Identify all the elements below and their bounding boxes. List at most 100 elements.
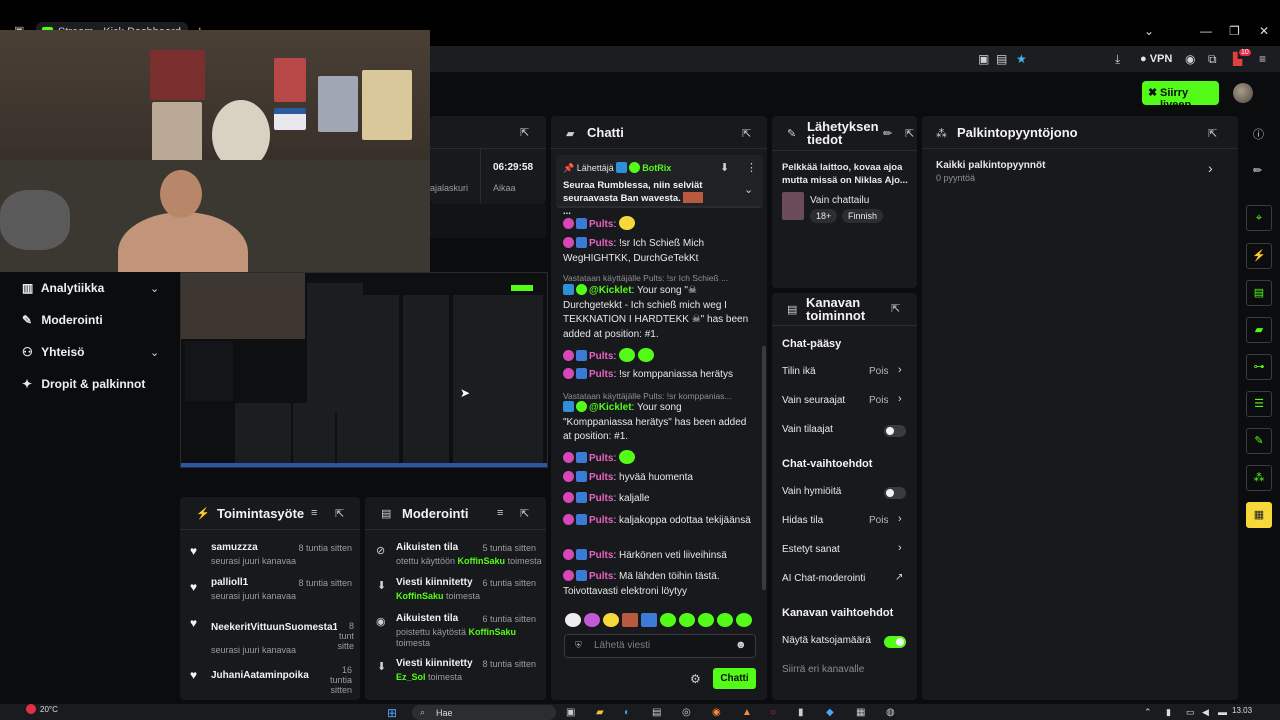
- terminal-icon[interactable]: ▮: [798, 707, 804, 718]
- emote[interactable]: [717, 613, 733, 627]
- reader-icon[interactable]: ▤: [996, 52, 1007, 66]
- account-icon[interactable]: ◉: [1185, 52, 1195, 66]
- obs-icon[interactable]: ◍: [886, 707, 895, 718]
- clip-icon[interactable]: ⌖: [1246, 205, 1272, 231]
- firefox-icon[interactable]: ◉: [712, 707, 721, 718]
- tab-list-chevron-icon[interactable]: ⌄: [1144, 24, 1154, 38]
- emote[interactable]: [622, 613, 638, 627]
- tray-chevron-icon[interactable]: ⌃: [1144, 707, 1152, 718]
- sidebar-item-moderation[interactable]: ✎ Moderointi: [22, 313, 103, 327]
- app-icon[interactable]: ◆: [826, 707, 834, 718]
- chevron-right-icon[interactable]: ›: [898, 364, 902, 376]
- microphone-icon[interactable]: ▮: [1166, 707, 1171, 718]
- minimize-icon[interactable]: —: [1200, 24, 1212, 38]
- activity-user[interactable]: samuzzza: [211, 542, 258, 553]
- close-window-icon[interactable]: ✕: [1259, 24, 1269, 38]
- emote[interactable]: [603, 613, 619, 627]
- info-icon[interactable]: ⓘ: [1253, 126, 1264, 142]
- chat-username[interactable]: Pults: [589, 453, 613, 464]
- weather-temp[interactable]: 20°C: [40, 705, 58, 714]
- emotes-only-toggle[interactable]: [884, 487, 906, 499]
- chevron-right-icon[interactable]: ›: [1208, 160, 1213, 176]
- emote[interactable]: [641, 613, 657, 627]
- activity-user[interactable]: NeekeritVittuunSuomesta17: [211, 622, 337, 633]
- edit-layout-icon[interactable]: ✏: [1253, 164, 1262, 177]
- emote[interactable]: [698, 613, 714, 627]
- sidebar-item-analytics[interactable]: ▥ Analytiikka: [22, 281, 104, 295]
- taskbar-search[interactable]: [412, 705, 556, 720]
- user-avatar[interactable]: [1233, 83, 1253, 103]
- battery-icon[interactable]: ▬: [1218, 707, 1227, 717]
- chat-bubble-icon[interactable]: ▰: [1246, 317, 1272, 343]
- bookmark-star-icon[interactable]: ★: [1016, 52, 1027, 66]
- stream-category[interactable]: Vain chattailu: [810, 195, 869, 206]
- emoji-icon[interactable]: ☻: [735, 639, 747, 651]
- wrench-icon[interactable]: ✎: [1246, 428, 1272, 454]
- browser-menu-icon[interactable]: ≡: [1259, 52, 1266, 66]
- app-icon[interactable]: ▣: [566, 707, 575, 718]
- clapperboard-icon[interactable]: ▦: [1246, 502, 1272, 528]
- chat-username[interactable]: Pults: [589, 550, 613, 561]
- steam-icon[interactable]: ◎: [682, 707, 691, 718]
- popout-icon[interactable]: ⇱: [520, 507, 529, 520]
- popout-icon[interactable]: ⇱: [1208, 127, 1217, 140]
- show-viewer-count-toggle[interactable]: [884, 636, 906, 648]
- chat-username[interactable]: Pults: [589, 515, 613, 526]
- download-icon[interactable]: ⤓: [1115, 52, 1120, 67]
- chat-username[interactable]: Pults: [589, 238, 613, 249]
- chat-username[interactable]: Pults: [589, 219, 613, 230]
- sidebar-item-community[interactable]: ⚇ Yhteisö: [22, 345, 84, 359]
- opera-icon[interactable]: ○: [770, 707, 776, 718]
- chat-scrollbar[interactable]: [762, 346, 766, 590]
- popout-icon[interactable]: ⇱: [520, 126, 529, 139]
- emote[interactable]: [584, 613, 600, 627]
- unpin-icon[interactable]: ⬇: [720, 161, 729, 174]
- go-live-button[interactable]: ✖ Siirry liveen: [1142, 81, 1219, 111]
- chat-username[interactable]: Pults: [589, 351, 613, 362]
- broadcast-icon[interactable]: ⊶: [1246, 354, 1272, 380]
- more-options-icon[interactable]: ⋮: [746, 161, 757, 174]
- vpn-button[interactable]: ● VPN: [1140, 53, 1172, 65]
- emote[interactable]: [660, 613, 676, 627]
- chat-input[interactable]: [564, 634, 756, 658]
- store-icon[interactable]: ▤: [652, 707, 661, 718]
- popout-icon[interactable]: ⇱: [891, 302, 900, 315]
- send-chat-button[interactable]: Chatti: [713, 668, 756, 689]
- taskbar-clock[interactable]: 13.03: [1232, 706, 1252, 715]
- chevron-right-icon[interactable]: ›: [898, 393, 902, 405]
- volume-icon[interactable]: ◀: [1202, 707, 1209, 718]
- windows-start-icon[interactable]: ⊞: [387, 706, 397, 720]
- all-rewards-link[interactable]: Kaikki palkintopyynnöt: [936, 160, 1045, 171]
- chevron-down-icon[interactable]: ⌄: [150, 346, 159, 359]
- filter-icon[interactable]: ≡: [497, 507, 503, 519]
- popout-icon[interactable]: ⇱: [742, 127, 751, 140]
- rewards-icon[interactable]: ⁂: [1246, 465, 1272, 491]
- edge-icon[interactable]: ◐: [624, 707, 630, 718]
- chevron-right-icon[interactable]: ›: [898, 513, 902, 525]
- chat-settings-gear-icon[interactable]: ⚙: [690, 672, 701, 686]
- extensions-icon[interactable]: ⧉: [1208, 52, 1217, 67]
- chat-username[interactable]: @Kicklet: [589, 402, 632, 413]
- emote[interactable]: [565, 613, 581, 627]
- chevron-down-icon[interactable]: ⌄: [744, 183, 753, 196]
- popout-icon[interactable]: ⇱: [905, 127, 914, 140]
- vlc-icon[interactable]: ▲: [742, 707, 752, 718]
- filter-icon[interactable]: ≡: [311, 507, 317, 519]
- emote[interactable]: [736, 613, 752, 627]
- folder-icon[interactable]: ▰: [596, 707, 604, 718]
- chat-username[interactable]: Pults: [589, 369, 613, 380]
- chevron-right-icon[interactable]: ›: [898, 542, 902, 554]
- emote[interactable]: [679, 613, 695, 627]
- stream-preview[interactable]: [180, 272, 548, 468]
- screenshot-icon[interactable]: ▣: [978, 52, 989, 66]
- activity-user[interactable]: JuhaniAataminpoika: [211, 670, 309, 681]
- lightning-icon[interactable]: ⚡: [1246, 243, 1272, 269]
- list-icon[interactable]: ☰: [1246, 391, 1272, 417]
- chat-username[interactable]: Pults: [589, 571, 613, 582]
- external-chart-icon[interactable]: ↗: [895, 572, 903, 583]
- document-icon[interactable]: ▤: [1246, 280, 1272, 306]
- setting-label[interactable]: Siirrä eri kanavalle: [782, 664, 864, 675]
- app-icon[interactable]: ▦: [856, 707, 865, 718]
- edit-pencil-icon[interactable]: ✏: [883, 127, 892, 140]
- pinned-author[interactable]: BotRix: [642, 163, 671, 173]
